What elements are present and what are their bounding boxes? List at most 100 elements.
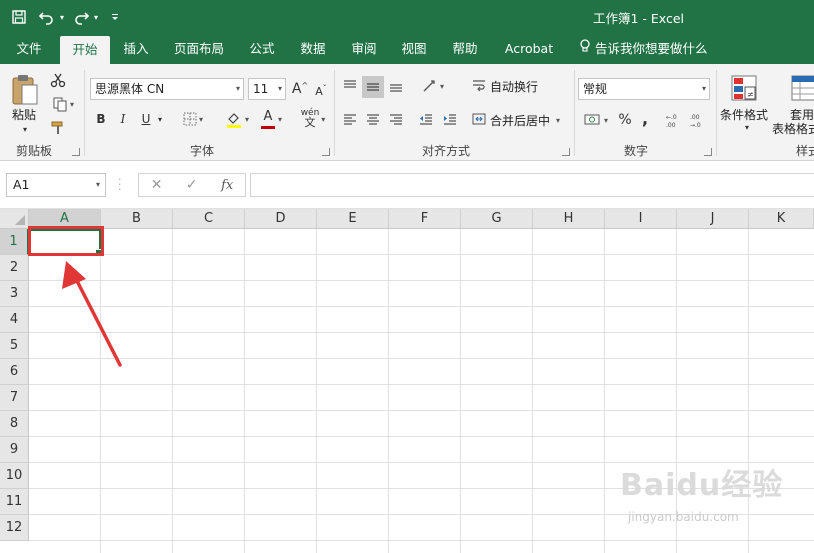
customize-toolbar-icon[interactable] — [104, 6, 126, 28]
align-middle-icon[interactable] — [362, 76, 384, 98]
decrease-decimal-icon[interactable]: .00 →.0 — [688, 110, 708, 130]
paste-icon[interactable] — [8, 72, 42, 108]
cancel-icon[interactable]: ✕ — [151, 177, 163, 193]
italic-button[interactable]: I — [116, 110, 130, 128]
tab-page-layout[interactable]: 页面布局 — [168, 34, 230, 64]
tell-me-search[interactable]: 告诉我你想要做什么 — [579, 34, 708, 64]
align-bottom-icon[interactable] — [386, 76, 406, 96]
group-separator — [574, 70, 575, 156]
select-all-button[interactable] — [0, 209, 29, 229]
align-right-icon[interactable] — [386, 110, 406, 130]
formula-bar-splitter[interactable]: · · · — [118, 174, 122, 195]
number-launcher-icon[interactable] — [704, 148, 712, 156]
conditional-format-icon[interactable]: ≠ — [728, 72, 760, 104]
shrink-font-button[interactable]: Aˇ — [312, 80, 330, 102]
name-box[interactable]: A1 ▾ — [6, 173, 106, 197]
column-header-b[interactable]: B — [101, 209, 173, 229]
fill-color-button[interactable]: ▾ — [222, 108, 252, 130]
tab-file[interactable]: 文件 — [6, 34, 52, 64]
accounting-format-button[interactable]: ▾ — [580, 110, 612, 130]
row-header-4[interactable]: 4 — [0, 307, 29, 333]
redo-icon[interactable] — [70, 6, 92, 28]
column-header-j[interactable]: J — [677, 209, 749, 229]
insert-function-icon[interactable]: fx — [221, 178, 233, 193]
formula-input[interactable] — [250, 173, 814, 197]
orientation-icon[interactable]: ▾ — [418, 76, 448, 96]
tab-review[interactable]: 审阅 — [342, 34, 386, 64]
column-header-c[interactable]: C — [173, 209, 245, 229]
tab-view[interactable]: 视图 — [392, 34, 436, 64]
conditional-format-dropdown-icon[interactable]: ▾ — [740, 122, 754, 132]
format-painter-icon[interactable] — [48, 118, 68, 138]
column-header-g[interactable]: G — [461, 209, 533, 229]
font-name-select[interactable]: 思源黑体 CN ▾ — [90, 78, 244, 100]
title-bar: ▾ ▾ 工作簿1 - Excel — [0, 0, 814, 34]
tab-help[interactable]: 帮助 — [443, 34, 487, 64]
wrap-text-button[interactable]: 自动换行 — [472, 78, 538, 95]
window-title: 工作簿1 - Excel — [593, 11, 685, 26]
row-header-1[interactable]: 1 — [0, 229, 29, 255]
column-header-e[interactable]: E — [317, 209, 389, 229]
tab-formulas[interactable]: 公式 — [240, 34, 284, 64]
font-size-select[interactable]: 11 ▾ — [248, 78, 286, 100]
align-center-icon[interactable] — [363, 110, 383, 130]
column-header-h[interactable]: H — [533, 209, 605, 229]
row-header-5[interactable]: 5 — [0, 333, 29, 359]
chevron-down-icon: ▾ — [235, 84, 240, 93]
font-color-button[interactable]: A ▾ — [256, 108, 286, 130]
wrap-text-icon — [472, 78, 486, 95]
comma-button[interactable]: , — [638, 108, 652, 128]
paste-button[interactable]: 粘贴 — [12, 106, 36, 123]
font-launcher-icon[interactable] — [322, 148, 330, 156]
conditional-format-label: 条件格式 — [720, 108, 769, 122]
tab-acrobat[interactable]: Acrobat — [500, 34, 558, 64]
paste-dropdown-icon[interactable]: ▾ — [18, 124, 32, 134]
row-header-11[interactable]: 11 — [0, 489, 29, 515]
enter-icon[interactable]: ✓ — [186, 177, 198, 193]
row-header-6[interactable]: 6 — [0, 359, 29, 385]
underline-dropdown-icon[interactable]: ▾ — [155, 112, 165, 126]
conditional-format-button[interactable]: 条件格式 — [720, 106, 768, 123]
formula-buttons: ✕ ✓ fx — [138, 173, 246, 197]
column-header-k[interactable]: K — [749, 209, 814, 229]
copy-icon[interactable]: ▾ — [48, 94, 78, 114]
row-header-9[interactable]: 9 — [0, 437, 29, 463]
borders-button[interactable]: ▾ — [178, 110, 208, 128]
percent-button[interactable]: % — [616, 110, 634, 130]
column-header-f[interactable]: F — [389, 209, 461, 229]
row-header-3[interactable]: 3 — [0, 281, 29, 307]
row-header-7[interactable]: 7 — [0, 385, 29, 411]
row-header-12[interactable]: 12 — [0, 515, 29, 541]
format-as-table-label-2[interactable]: 表格格式 — [772, 120, 814, 137]
clipboard-launcher-icon[interactable] — [72, 148, 80, 156]
lightbulb-icon — [579, 34, 591, 64]
cut-icon[interactable] — [48, 70, 68, 90]
phonetic-button[interactable]: wén 文 ▾ — [298, 108, 328, 130]
bold-button[interactable]: B — [94, 110, 108, 128]
tab-data[interactable]: 数据 — [291, 34, 335, 64]
increase-decimal-icon[interactable]: ←.0.00 — [664, 110, 684, 130]
tab-insert[interactable]: 插入 — [114, 34, 158, 64]
row-header-10[interactable]: 10 — [0, 463, 29, 489]
group-separator — [334, 70, 335, 156]
grow-font-button[interactable]: A ^ — [291, 78, 309, 100]
decrease-indent-icon[interactable] — [416, 110, 436, 130]
number-format-select[interactable]: 常规 ▾ — [578, 78, 710, 100]
align-top-icon[interactable] — [340, 76, 360, 96]
column-header-i[interactable]: I — [605, 209, 677, 229]
alignment-launcher-icon[interactable] — [562, 148, 570, 156]
undo-dropdown-icon[interactable]: ▾ — [60, 13, 64, 22]
svg-text:≠: ≠ — [747, 90, 754, 99]
underline-button[interactable]: U — [138, 110, 154, 128]
align-left-icon[interactable] — [340, 110, 360, 130]
save-icon[interactable] — [8, 6, 30, 28]
format-as-table-icon[interactable] — [788, 72, 814, 104]
merge-center-button[interactable]: 合并后居中 ▾ — [472, 112, 560, 129]
row-header-2[interactable]: 2 — [0, 255, 29, 281]
tab-home[interactable]: 开始 — [60, 36, 110, 66]
redo-dropdown-icon[interactable]: ▾ — [94, 13, 98, 22]
column-header-d[interactable]: D — [245, 209, 317, 229]
increase-indent-icon[interactable] — [440, 110, 460, 130]
undo-icon[interactable] — [36, 6, 58, 28]
row-header-8[interactable]: 8 — [0, 411, 29, 437]
